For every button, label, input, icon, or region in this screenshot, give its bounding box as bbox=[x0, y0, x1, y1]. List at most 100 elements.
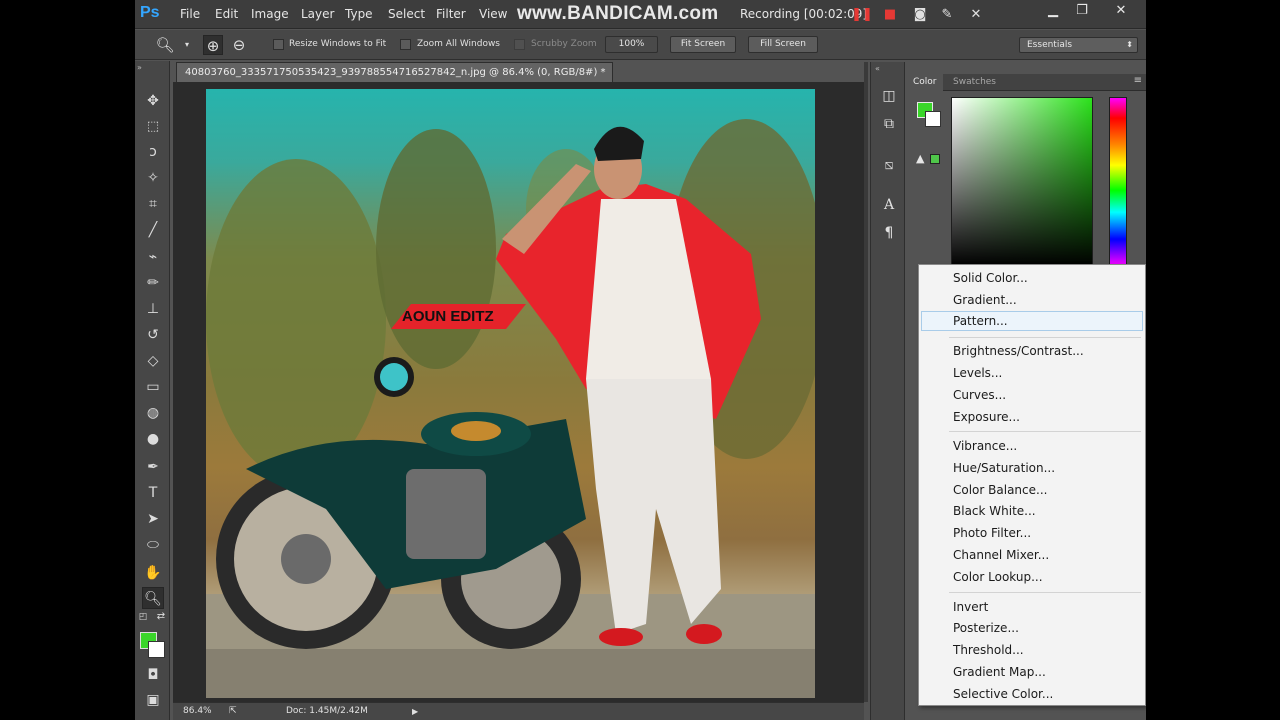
collapse-icon[interactable]: » bbox=[137, 63, 142, 72]
clone-stamp-icon[interactable]: ⊥ bbox=[142, 298, 164, 320]
gamut-swatch[interactable] bbox=[930, 154, 940, 164]
close-recorder-icon[interactable]: ✕ bbox=[968, 6, 984, 22]
eraser-tool-icon[interactable]: ◇ bbox=[142, 350, 164, 372]
menu-item-selective-color[interactable]: Selective Color... bbox=[921, 684, 1143, 704]
character-panel-icon[interactable]: A bbox=[879, 195, 899, 215]
menu-item-black-white[interactable]: Black White... bbox=[921, 501, 1143, 521]
menu-item-brightness-contrast[interactable]: Brightness/Contrast... bbox=[921, 341, 1143, 361]
menu-item-vibrance[interactable]: Vibrance... bbox=[921, 436, 1143, 456]
menu-item-curves[interactable]: Curves... bbox=[921, 385, 1143, 405]
brush-tool-icon[interactable]: ✏ bbox=[142, 272, 164, 294]
healing-brush-icon[interactable]: ⌁ bbox=[142, 246, 164, 268]
status-bar: 86.4% ⇱ Doc: 1.45M/2.42M ▶ bbox=[173, 702, 864, 720]
hand-tool-icon[interactable]: ✋ bbox=[142, 562, 164, 584]
photo-image: AOUN EDITZ bbox=[206, 119, 815, 698]
document-tab[interactable]: 40803760_333571750535423_939788554716527… bbox=[176, 62, 613, 82]
menu-item-levels[interactable]: Levels... bbox=[921, 363, 1143, 383]
tools-panel: » ✥ ⬚ ↄ ✧ ⌗ ╱ ⌁ ✏ ⊥ ↺ ◇ ▭ ◍ ● ✒ T ➤ ⬭ ✋ … bbox=[135, 61, 170, 720]
recording-status: Recording [00:02:09] bbox=[740, 7, 868, 21]
zoom-out-icon[interactable]: ⊖ bbox=[229, 35, 249, 55]
menu-file[interactable]: File bbox=[180, 7, 200, 21]
menu-item-pattern[interactable]: Pattern... bbox=[921, 311, 1143, 331]
blur-tool-icon[interactable]: ◍ bbox=[142, 402, 164, 424]
restore-icon[interactable]: ❐ bbox=[1071, 2, 1093, 20]
menu-type[interactable]: Type bbox=[345, 7, 373, 21]
type-tool-icon[interactable]: T bbox=[142, 482, 164, 504]
ellipse-tool-icon[interactable]: ⬭ bbox=[142, 534, 164, 556]
menu-filter[interactable]: Filter bbox=[436, 7, 466, 21]
close-window-icon[interactable]: ✕ bbox=[1110, 2, 1132, 20]
panel-menu-icon[interactable]: ≡ bbox=[1134, 75, 1142, 86]
minimize-icon[interactable]: ▁ bbox=[1042, 2, 1064, 20]
zoom-in-icon[interactable]: ⊕ bbox=[203, 35, 223, 55]
menu-view[interactable]: View bbox=[479, 7, 507, 21]
zoom-all-checkbox[interactable] bbox=[400, 39, 411, 50]
fill-screen-button[interactable]: Fill Screen bbox=[748, 36, 818, 53]
swap-colors-icon[interactable]: ⇄ bbox=[155, 611, 167, 623]
menu-item-color-lookup[interactable]: Color Lookup... bbox=[921, 567, 1143, 587]
canvas-area: AOUN EDITZ bbox=[173, 82, 864, 702]
pencil-icon[interactable]: ✎ bbox=[939, 6, 955, 22]
screen-mode-icon[interactable]: ▣ bbox=[142, 689, 164, 711]
zoom-value-input[interactable]: 100% bbox=[605, 36, 658, 53]
dock-collapse-icon[interactable]: « bbox=[875, 64, 880, 73]
lasso-tool-icon[interactable]: ↄ bbox=[142, 141, 164, 163]
menu-edit[interactable]: Edit bbox=[215, 7, 238, 21]
default-colors-icon[interactable]: ◰ bbox=[137, 611, 149, 623]
menu-item-hue-saturation[interactable]: Hue/Saturation... bbox=[921, 458, 1143, 478]
menu-item-exposure[interactable]: Exposure... bbox=[921, 407, 1143, 427]
panel-divider bbox=[864, 62, 868, 702]
zoom-tool-active-icon[interactable]: 🔍︎ bbox=[142, 587, 164, 609]
tab-swatches[interactable]: Swatches bbox=[947, 74, 1002, 91]
menu-layer[interactable]: Layer bbox=[301, 7, 334, 21]
menu-item-posterize[interactable]: Posterize... bbox=[921, 618, 1143, 638]
color-spectrum[interactable] bbox=[951, 97, 1093, 267]
chevron-down-icon[interactable]: ▾ bbox=[177, 35, 197, 55]
move-tool-icon[interactable]: ✥ bbox=[142, 90, 164, 112]
paragraph-panel-icon[interactable]: ¶ bbox=[879, 223, 899, 243]
zoom-all-label: Zoom All Windows bbox=[417, 39, 500, 49]
fit-screen-button[interactable]: Fit Screen bbox=[670, 36, 736, 53]
quick-select-tool-icon[interactable]: ✧ bbox=[142, 167, 164, 189]
export-icon[interactable]: ⇱ bbox=[229, 703, 237, 720]
brush-presets-icon[interactable]: ⧉ bbox=[879, 114, 899, 134]
path-select-icon[interactable]: ➤ bbox=[142, 508, 164, 530]
eyedropper-tool-icon[interactable]: ╱ bbox=[142, 219, 164, 241]
menu-item-color-balance[interactable]: Color Balance... bbox=[921, 480, 1143, 500]
menu-item-solid-color[interactable]: Solid Color... bbox=[921, 268, 1143, 288]
menu-item-invert[interactable]: Invert bbox=[921, 597, 1143, 617]
workspace-select[interactable]: Essentials ⬍ bbox=[1019, 37, 1138, 53]
quick-mask-icon[interactable]: ◘ bbox=[142, 664, 164, 686]
panel-background-swatch[interactable] bbox=[925, 111, 941, 127]
menu-item-gradient[interactable]: Gradient... bbox=[921, 290, 1143, 310]
zoom-tool-icon[interactable]: 🔍︎ bbox=[155, 35, 175, 55]
scrubby-checkbox[interactable] bbox=[514, 39, 525, 50]
panel-icon-dock: « ◫ ⧉ ⧅ A ¶ bbox=[870, 62, 905, 720]
crop-tool-icon[interactable]: ⌗ bbox=[142, 193, 164, 215]
history-brush-icon[interactable]: ↺ bbox=[142, 324, 164, 346]
menu-item-channel-mixer[interactable]: Channel Mixer... bbox=[921, 545, 1143, 565]
pen-tool-icon[interactable]: ✒ bbox=[142, 456, 164, 478]
menu-image[interactable]: Image bbox=[251, 7, 289, 21]
menu-separator bbox=[949, 592, 1141, 593]
background-color-swatch[interactable] bbox=[148, 641, 165, 658]
camera-icon[interactable]: ◙ bbox=[912, 6, 928, 22]
gradient-tool-icon[interactable]: ▭ bbox=[142, 376, 164, 398]
clone-source-icon[interactable]: ⧅ bbox=[879, 155, 899, 175]
menu-select[interactable]: Select bbox=[388, 7, 425, 21]
options-bar: 🔍︎ ▾ ⊕ ⊖ Resize Windows to Fit Zoom All … bbox=[135, 30, 1146, 60]
status-arrow-icon[interactable]: ▶ bbox=[412, 703, 418, 720]
menu-item-photo-filter[interactable]: Photo Filter... bbox=[921, 523, 1143, 543]
dodge-tool-icon[interactable]: ● bbox=[142, 428, 164, 450]
tab-color[interactable]: Color bbox=[907, 74, 943, 91]
menu-item-threshold[interactable]: Threshold... bbox=[921, 640, 1143, 660]
marquee-tool-icon[interactable]: ⬚ bbox=[142, 116, 164, 138]
resize-windows-checkbox[interactable] bbox=[273, 39, 284, 50]
status-zoom[interactable]: 86.4% bbox=[183, 703, 212, 720]
pause-icon[interactable]: ❚❚ bbox=[851, 6, 873, 22]
menu-item-gradient-map[interactable]: Gradient Map... bbox=[921, 662, 1143, 682]
document-canvas[interactable]: AOUN EDITZ bbox=[206, 89, 815, 698]
hue-slider[interactable] bbox=[1109, 97, 1127, 267]
adjustments-panel-icon[interactable]: ◫ bbox=[879, 86, 899, 106]
stop-icon[interactable]: ■ bbox=[882, 6, 898, 22]
